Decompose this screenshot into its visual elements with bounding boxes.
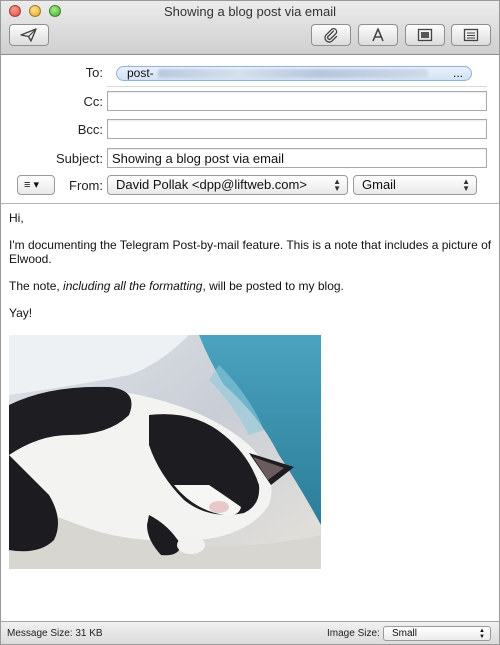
bcc-label: Bcc: [77, 122, 103, 137]
title-bar: Showing a blog post via email [1, 1, 499, 55]
sleeping-cat-image [9, 335, 321, 569]
to-field[interactable]: post- ... [107, 63, 487, 83]
list-menu-icon: ≡ ▾ [24, 179, 39, 191]
header-divider [1, 203, 499, 204]
stationery-button[interactable] [451, 24, 491, 46]
closing: Yay! [9, 306, 33, 320]
image-size-value: Small [392, 628, 418, 639]
paper-plane-icon [20, 28, 37, 42]
paperclip-icon [324, 28, 338, 43]
recipient-token[interactable]: post- ... [116, 66, 472, 81]
image-size-select[interactable]: Small ▲ ▼ [383, 626, 491, 641]
image-size-label: Image Size: [327, 628, 380, 639]
cc-label: Cc: [83, 94, 104, 109]
greeting: Hi, [9, 211, 24, 225]
from-select[interactable]: David Pollak <dpp@liftweb.com> ▲ ▼ [107, 175, 348, 195]
recipient-address-blurred [157, 69, 428, 79]
subject-label: Subject: [56, 151, 103, 166]
stationery-icon [463, 28, 479, 42]
header-fields-menu[interactable]: ≡ ▾ [17, 175, 55, 195]
recipient-token-ellipsis: ... [452, 66, 463, 80]
compose-window: Showing a blog post via email To: post- … [0, 0, 500, 645]
paragraph-text: The note, [9, 279, 64, 293]
from-value: David Pollak <dpp@liftweb.com> [116, 177, 307, 192]
paragraph-text: , will be posted to my blog. [202, 279, 344, 293]
cat-photo[interactable] [9, 335, 321, 569]
bcc-field[interactable] [107, 119, 487, 139]
attach-button[interactable] [311, 24, 351, 46]
window-title: Showing a blog post via email [164, 4, 336, 19]
recipient-token-text: post- [127, 66, 154, 80]
account-value: Gmail [362, 177, 396, 192]
letter-a-icon [372, 28, 384, 42]
select-arrows-icon: ▲ ▼ [462, 177, 470, 193]
italic-text: including all the formatting [63, 279, 203, 293]
to-label: To: [85, 65, 103, 80]
photo-browser-button[interactable] [405, 24, 445, 46]
message-size: Message Size: 31 KB [7, 628, 103, 639]
select-arrows-icon: ▲ ▼ [333, 177, 341, 193]
format-button[interactable] [358, 24, 398, 46]
subject-value: Showing a blog post via email [112, 151, 284, 166]
paragraph: I'm documenting the Telegram Post-by-mai… [9, 238, 492, 266]
select-arrows-icon: ▲ ▼ [479, 628, 485, 640]
status-bar: Message Size: 31 KB Image Size: Small ▲ ▼ [1, 621, 499, 644]
from-label: From: [69, 178, 103, 193]
send-button[interactable] [9, 24, 49, 46]
account-select[interactable]: Gmail ▲ ▼ [353, 175, 477, 195]
photo-browser-icon [417, 28, 433, 42]
subject-field[interactable]: Showing a blog post via email [107, 148, 487, 168]
cc-field[interactable] [107, 91, 487, 111]
paragraph-formatting: The note, including all the formatting, … [9, 279, 493, 293]
message-body[interactable]: Hi, I'm documenting the Telegram Post-by… [9, 211, 493, 333]
divider [107, 86, 487, 87]
